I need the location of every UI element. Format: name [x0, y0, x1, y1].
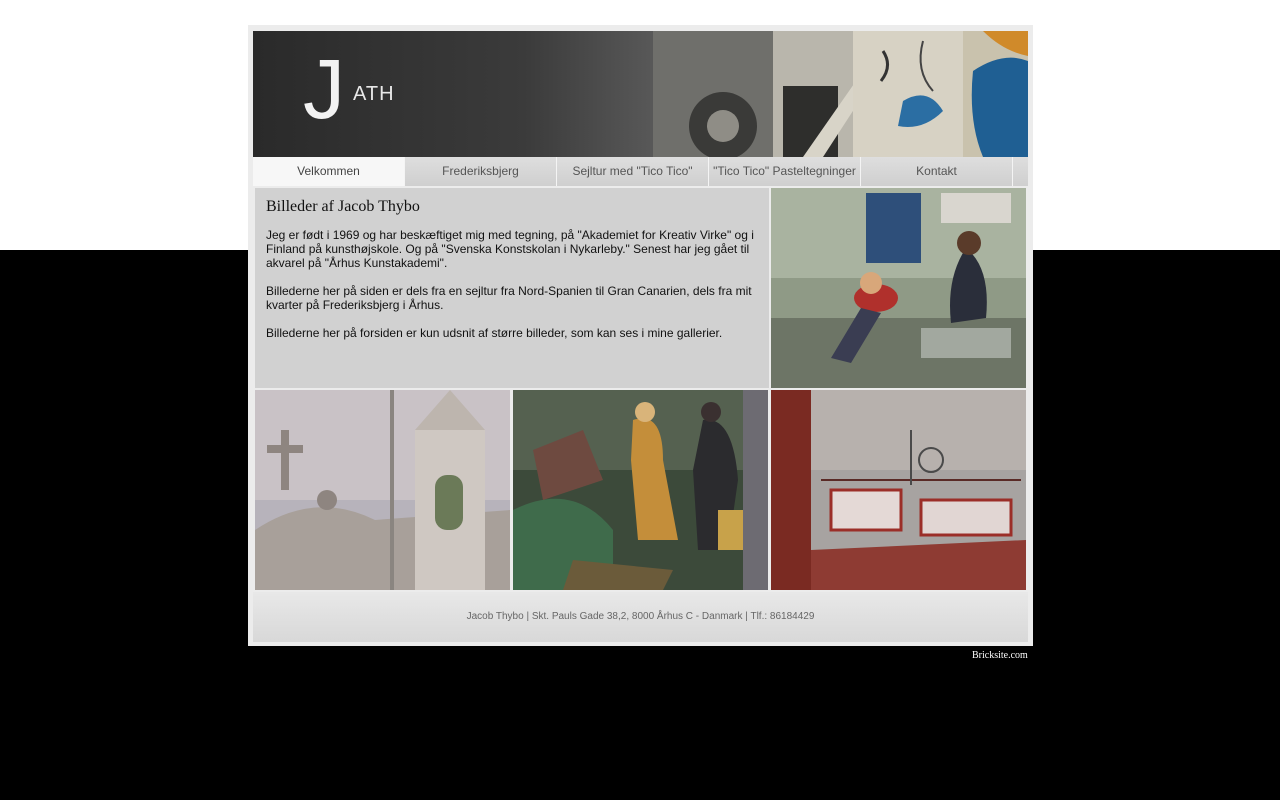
nav-item-kontakt[interactable]: Kontakt: [861, 157, 1013, 186]
nav-item-velkommen[interactable]: Velkommen: [253, 157, 405, 186]
painting-night-walkers[interactable]: [513, 390, 768, 590]
page-title: Billeder af Jacob Thybo: [266, 198, 420, 215]
painting-church-tower-image: [255, 390, 510, 590]
footer: Jacob Thybo | Skt. Pauls Gade 38,2, 8000…: [253, 592, 1028, 642]
logo-text: ATH: [353, 83, 395, 105]
logo-letter: J: [303, 42, 345, 136]
painting-red-sketch[interactable]: [771, 390, 1026, 590]
main-navigation: Velkommen Frederiksbjerg Sejltur med "Ti…: [253, 157, 1028, 186]
intro-paragraph: Billederne her på siden er dels fra en s…: [266, 284, 752, 312]
intro-paragraph: Jeg er født i 1969 og har beskæftiget mi…: [266, 228, 754, 270]
intro-paragraph: Billederne her på forsiden er kun udsnit…: [266, 326, 723, 340]
painting-red-sketch-image: [771, 390, 1026, 590]
header-banner: J ATH: [253, 31, 1028, 157]
nav-item-pasteltegninger[interactable]: "Tico Tico" Pasteltegninger: [709, 157, 861, 186]
painting-church-tower[interactable]: [255, 390, 510, 590]
painting-street-scene[interactable]: [771, 188, 1026, 388]
intro-panel: Billeder af Jacob Thybo Jeg er født i 19…: [255, 188, 769, 388]
header-painting: [653, 31, 1028, 157]
nav-item-sejltur[interactable]: Sejltur med "Tico Tico": [557, 157, 709, 186]
footer-contact-text: Jacob Thybo | Skt. Pauls Gade 38,2, 8000…: [466, 611, 815, 622]
page-frame: J ATH Velkommen Frederiksbjerg Sejltur m…: [248, 25, 1033, 646]
bricksite-link[interactable]: Bricksite.com: [972, 650, 1028, 661]
nav-item-frederiksbjerg[interactable]: Frederiksbjerg: [405, 157, 557, 186]
painting-night-walkers-image: [513, 390, 768, 590]
painting-street-scene-image: [771, 188, 1026, 388]
